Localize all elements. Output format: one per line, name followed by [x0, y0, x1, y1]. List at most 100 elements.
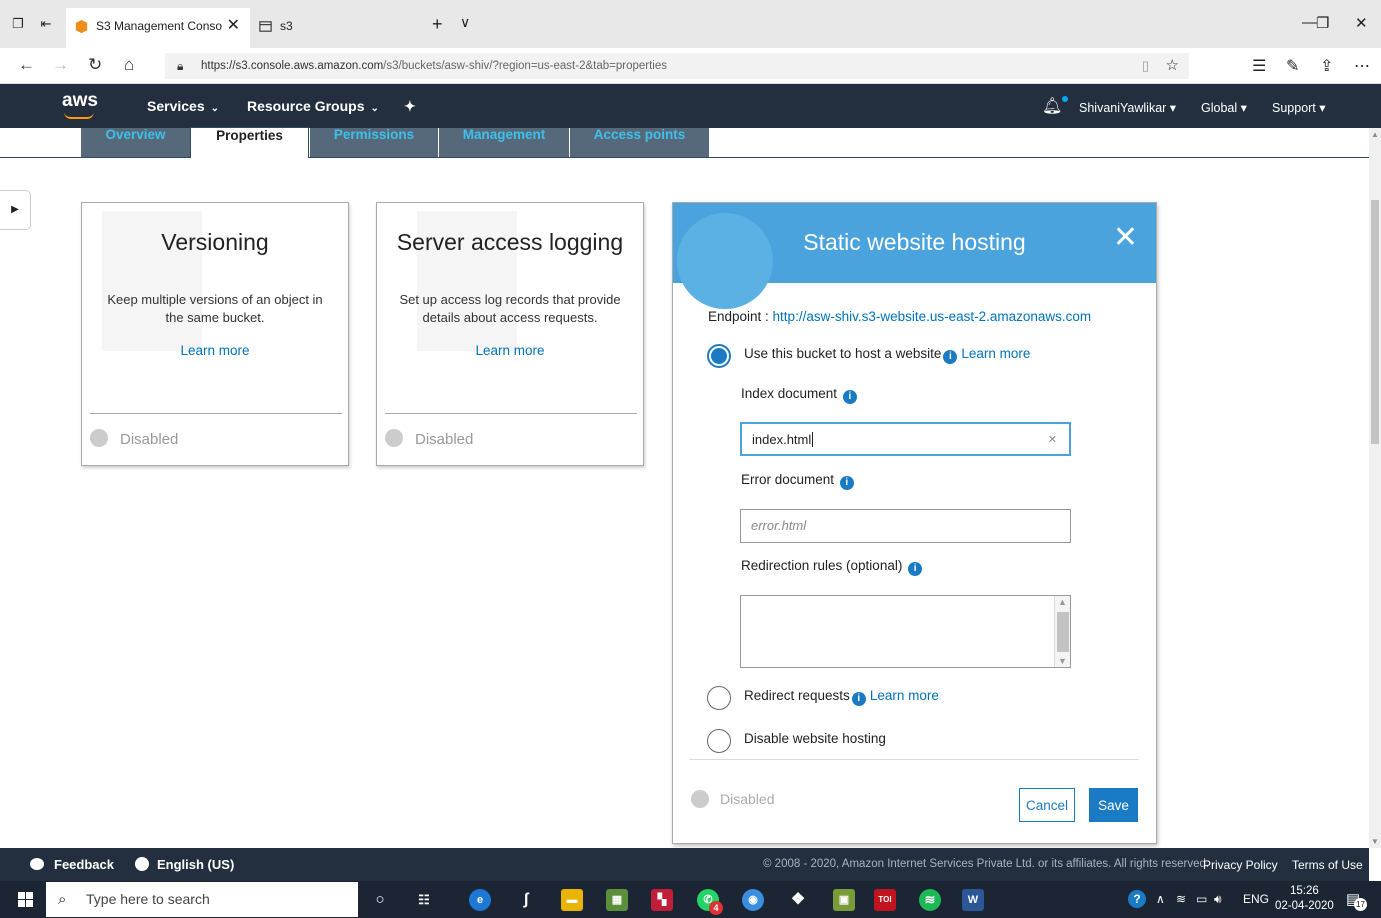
- browser-tab-s3[interactable]: s3: [250, 8, 426, 48]
- clear-input-icon[interactable]: ✕: [1048, 424, 1057, 456]
- aws-logo[interactable]: aws: [62, 90, 98, 119]
- scroll-thumb[interactable]: [1057, 612, 1069, 652]
- cortana-icon[interactable]: ○: [369, 889, 391, 911]
- learn-more-link[interactable]: Learn more: [961, 346, 1030, 361]
- learn-more-link[interactable]: Learn more: [377, 343, 643, 358]
- whatsapp-icon[interactable]: ✆ 4: [697, 889, 723, 915]
- services-menu[interactable]: Services ⌄: [147, 98, 219, 114]
- page-scrollbar[interactable]: ▲ ▼: [1369, 128, 1381, 848]
- save-button[interactable]: Save: [1089, 788, 1138, 822]
- privacy-policy-link[interactable]: Privacy Policy: [1203, 858, 1278, 872]
- dropbox-icon[interactable]: ❖: [787, 889, 809, 911]
- minimize-icon[interactable]: —: [1302, 14, 1317, 31]
- battery-icon[interactable]: ▭: [1196, 892, 1207, 906]
- app-icon[interactable]: ʃ: [515, 889, 537, 911]
- language-selector[interactable]: English (US): [135, 857, 234, 872]
- radio-redirect-requests[interactable]: [707, 686, 731, 710]
- taskbar-search-input[interactable]: ⌕ Type here to search: [46, 882, 358, 917]
- info-icon[interactable]: i: [851, 692, 866, 706]
- tab-management[interactable]: Management: [439, 128, 569, 157]
- textarea-scrollbar[interactable]: ▲ ▼: [1054, 596, 1070, 667]
- refresh-icon[interactable]: ↻: [88, 55, 102, 75]
- pin-icon[interactable]: ✦: [404, 98, 416, 115]
- tab-permissions[interactable]: Permissions: [310, 128, 438, 157]
- index-document-input[interactable]: index.html ✕: [740, 422, 1071, 456]
- chrome-icon[interactable]: ◉: [742, 889, 764, 911]
- clock-time: 15:26: [1290, 885, 1319, 897]
- pen-icon[interactable]: ✎: [1286, 56, 1299, 76]
- notification-dot: [1062, 96, 1069, 102]
- spotify-icon[interactable]: ≋: [919, 889, 941, 911]
- radio-host-website[interactable]: [707, 344, 731, 368]
- language-indicator[interactable]: ENG: [1243, 892, 1269, 906]
- caret-right-icon: ▶: [11, 204, 19, 215]
- error-document-input[interactable]: error.html: [740, 509, 1071, 543]
- card-title: Versioning: [161, 229, 269, 255]
- side-panel-toggle[interactable]: ▶: [0, 190, 31, 230]
- versioning-card[interactable]: Versioning Keep multiple versions of an …: [81, 202, 349, 466]
- support-menu[interactable]: Support ▾: [1272, 100, 1326, 115]
- volume-icon[interactable]: 🔊︎: [1214, 892, 1222, 907]
- tab-overview[interactable]: Overview: [81, 128, 190, 157]
- store-app-icon[interactable]: ▚: [651, 889, 673, 911]
- set-aside-tabs-icon[interactable]: ⇤: [36, 14, 56, 34]
- scroll-down-icon[interactable]: ▼: [1058, 656, 1067, 666]
- terms-of-use-link[interactable]: Terms of Use: [1292, 858, 1363, 872]
- toi-app-icon[interactable]: TOI: [874, 889, 896, 911]
- resource-groups-menu[interactable]: Resource Groups ⌄: [247, 98, 379, 114]
- system-clock[interactable]: 15:26 02-04-2020: [1275, 884, 1334, 914]
- tab-actions-icon[interactable]: ❐: [8, 14, 28, 34]
- forward-arrow-icon[interactable]: →: [52, 55, 69, 75]
- tab-access-points[interactable]: Access points: [570, 128, 709, 157]
- scroll-thumb[interactable]: [1371, 200, 1379, 444]
- tab-dropdown-icon[interactable]: ∨: [460, 14, 470, 31]
- task-view-icon[interactable]: ☷: [413, 889, 435, 911]
- home-icon[interactable]: ⌂: [124, 55, 134, 75]
- more-icon[interactable]: ⋯: [1354, 56, 1370, 76]
- word-icon[interactable]: W: [962, 889, 984, 911]
- cancel-button[interactable]: Cancel: [1019, 788, 1075, 822]
- close-tab-icon[interactable]: ✕: [227, 8, 240, 44]
- server-access-logging-card[interactable]: Server access logging Set up access log …: [376, 202, 644, 466]
- restore-icon[interactable]: ❐: [1316, 14, 1329, 32]
- scroll-up-icon[interactable]: ▲: [1058, 597, 1067, 607]
- chevron-up-icon[interactable]: ∧: [1156, 892, 1165, 906]
- radio-disable-hosting[interactable]: [707, 729, 731, 753]
- windows-start-icon[interactable]: [18, 892, 34, 908]
- info-icon[interactable]: i: [839, 476, 854, 490]
- url-field[interactable]: 🔒︎ https://s3.console.aws.amazon.com/s3/…: [165, 53, 1189, 79]
- notifications-icon[interactable]: ▤ 17: [1346, 890, 1367, 911]
- learn-more-link[interactable]: Learn more: [82, 343, 348, 358]
- close-icon[interactable]: ✕: [1113, 223, 1138, 253]
- info-icon[interactable]: i: [842, 390, 857, 404]
- info-icon[interactable]: i: [908, 562, 923, 576]
- file-explorer-icon[interactable]: ▬: [561, 889, 583, 911]
- close-window-icon[interactable]: ✕: [1355, 14, 1368, 32]
- share-icon[interactable]: ⇪: [1320, 56, 1333, 76]
- app-icon[interactable]: ▣: [833, 889, 855, 911]
- back-arrow-icon[interactable]: ←: [18, 55, 35, 75]
- wifi-icon[interactable]: ≋: [1176, 892, 1186, 906]
- tab-properties[interactable]: Properties: [190, 127, 309, 158]
- photo-app-icon[interactable]: ▦: [606, 889, 628, 911]
- region-menu[interactable]: Global ▾: [1201, 100, 1247, 115]
- scroll-down-icon[interactable]: ▼: [1371, 837, 1379, 846]
- help-icon[interactable]: ?: [1128, 890, 1146, 908]
- feedback-text: Feedback: [54, 857, 114, 872]
- favorites-icon[interactable]: ☰: [1252, 56, 1266, 76]
- bell-icon[interactable]: 🔔︎: [1042, 96, 1069, 116]
- info-icon[interactable]: i: [943, 350, 958, 364]
- browser-tab-s3-console[interactable]: S3 Management Conso ✕: [66, 8, 250, 48]
- address-bar: ← → ↻ ⌂ 🔒︎ https://s3.console.aws.amazon…: [0, 48, 1381, 84]
- favorite-star-icon[interactable]: ☆: [1166, 53, 1179, 79]
- endpoint-link[interactable]: http://asw-shiv.s3-website.us-east-2.ama…: [773, 309, 1092, 324]
- card-status: Disabled: [90, 429, 178, 448]
- user-menu[interactable]: ShivaniYawlikar ▾: [1079, 100, 1176, 115]
- learn-more-link[interactable]: Learn more: [870, 688, 939, 703]
- reading-view-icon[interactable]: ▯: [1142, 53, 1149, 79]
- new-tab-icon[interactable]: +: [432, 14, 443, 35]
- edge-browser-icon[interactable]: e: [469, 889, 491, 911]
- redirection-rules-textarea[interactable]: ▲ ▼: [740, 595, 1071, 668]
- scroll-up-icon[interactable]: ▲: [1371, 130, 1379, 139]
- feedback-link[interactable]: Feedback: [30, 857, 114, 872]
